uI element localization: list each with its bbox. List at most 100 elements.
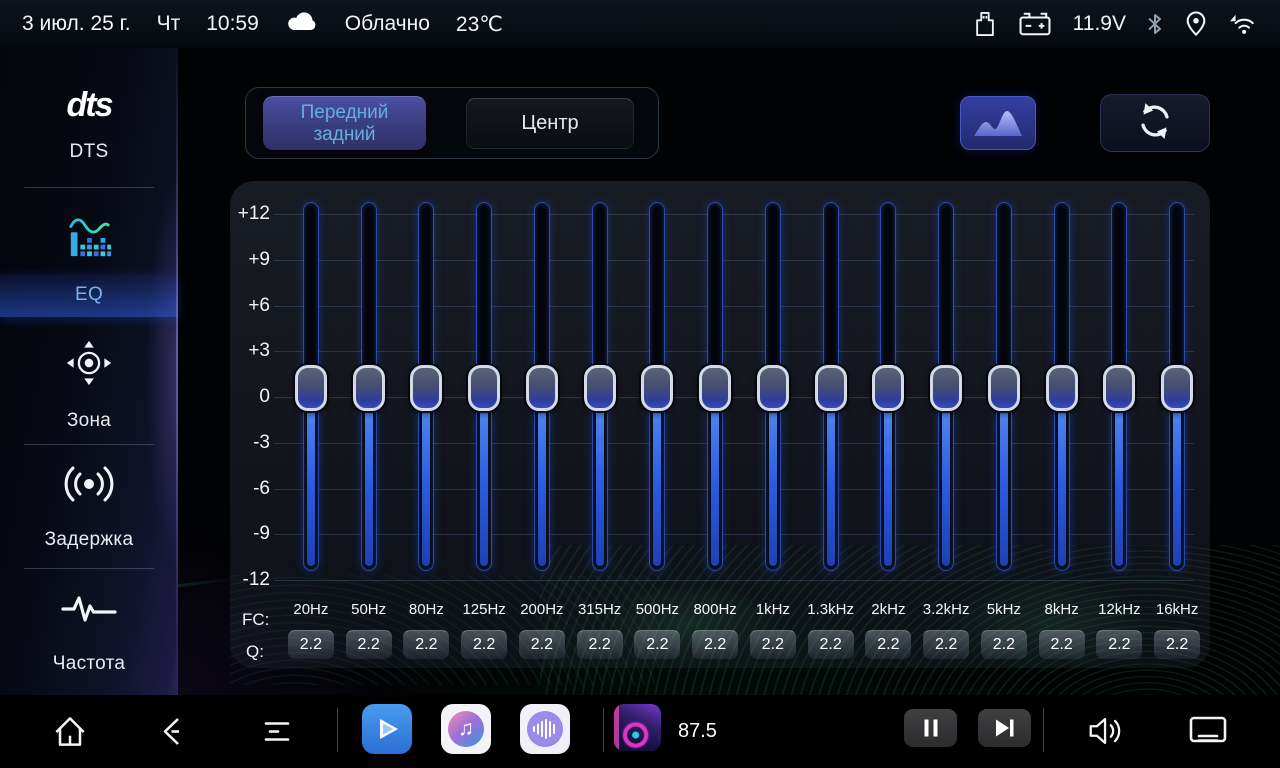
eq-scale-label: -3 — [230, 431, 270, 455]
reset-button[interactable] — [1100, 94, 1210, 152]
eq-slider-track[interactable] — [1170, 203, 1184, 570]
eq-band: 2kHz 2.2 — [860, 181, 918, 668]
eq-scale-label: -6 — [230, 477, 270, 501]
reset-icon — [1133, 99, 1177, 148]
eq-slider-thumb[interactable] — [410, 365, 442, 411]
eq-band: 50Hz 2.2 — [340, 181, 398, 668]
radio-app-button[interactable] — [614, 704, 661, 751]
eq-band-q-button[interactable]: 2.2 — [403, 630, 449, 659]
eq-slider-track[interactable] — [593, 203, 607, 570]
home-button[interactable] — [48, 705, 92, 757]
eq-slider-thumb[interactable] — [815, 365, 847, 411]
eq-band-q-button[interactable]: 2.2 — [981, 630, 1027, 659]
eq-slider-thumb[interactable] — [295, 365, 327, 411]
eq-band: 125Hz 2.2 — [455, 181, 513, 668]
status-left: 3 июл. 25 г. Чт 10:59 Облачно 23℃ — [22, 9, 503, 39]
sidebar-item-delay[interactable]: Задержка — [0, 463, 178, 551]
sidebar-item-zone[interactable]: Зона — [0, 338, 178, 432]
eq-band-frequency: 125Hz — [455, 601, 513, 618]
play-app-button[interactable] — [362, 704, 412, 754]
eq-slider-thumb[interactable] — [641, 365, 673, 411]
eq-band-q-button[interactable]: 2.2 — [692, 630, 738, 659]
voice-app-button[interactable] — [520, 704, 570, 754]
fc-label: FC: — [242, 610, 269, 630]
eq-slider-track[interactable] — [419, 203, 433, 570]
sidebar-divider — [24, 444, 154, 445]
eq-slider-track[interactable] — [304, 203, 318, 570]
eq-band: 80Hz 2.2 — [398, 181, 456, 668]
eq-slider-track[interactable] — [477, 203, 491, 570]
eq-bands: 20Hz 2.2 50Hz 2.2 80Hz 2.2 125Hz 2.2 200… — [282, 181, 1206, 668]
eq-slider-track[interactable] — [824, 203, 838, 570]
eq-slider-thumb[interactable] — [526, 365, 558, 411]
eq-slider-fill — [538, 385, 546, 566]
eq-band-q-button[interactable]: 2.2 — [865, 630, 911, 659]
eq-slider-track[interactable] — [708, 203, 722, 570]
eq-slider-thumb[interactable] — [468, 365, 500, 411]
eq-slider-fill — [365, 385, 373, 566]
sidebar-divider — [24, 187, 154, 188]
eq-slider-fill — [596, 385, 604, 566]
eq-band-q-button[interactable]: 2.2 — [1154, 630, 1200, 659]
eq-slider-track[interactable] — [939, 203, 953, 570]
volume-button[interactable] — [1083, 707, 1129, 755]
eq-band-q-button[interactable]: 2.2 — [923, 630, 969, 659]
sidebar-item-eq[interactable]: EQ — [0, 214, 178, 317]
eq-band-q-button[interactable]: 2.2 — [750, 630, 796, 659]
eq-slider-thumb[interactable] — [584, 365, 616, 411]
music-app-button[interactable]: ♫ — [441, 704, 491, 754]
bottom-bar-divider — [337, 708, 338, 752]
eq-slider-track[interactable] — [362, 203, 376, 570]
eq-slider-thumb[interactable] — [353, 365, 385, 411]
eq-band-q-button[interactable]: 2.2 — [461, 630, 507, 659]
tab-label: Передний задний — [275, 102, 415, 146]
sidebar-item-label: DTS — [70, 141, 109, 163]
eq-slider-track[interactable] — [535, 203, 549, 570]
eq-band-q-button[interactable]: 2.2 — [634, 630, 680, 659]
eq-scale-label: +3 — [230, 339, 270, 363]
play-app-icon — [374, 716, 400, 742]
eq-slider-thumb[interactable] — [872, 365, 904, 411]
eq-slider-thumb[interactable] — [757, 365, 789, 411]
bottom-bar-divider — [1043, 708, 1044, 752]
eq-slider-thumb[interactable] — [1103, 365, 1135, 411]
eq-slider-thumb[interactable] — [1161, 365, 1193, 411]
eq-slider-track[interactable] — [1055, 203, 1069, 570]
display-button[interactable] — [1184, 707, 1232, 755]
eq-band-q-button[interactable]: 2.2 — [346, 630, 392, 659]
pause-button[interactable] — [904, 709, 957, 747]
eq-band-frequency: 2kHz — [860, 601, 918, 618]
eq-slider-track[interactable] — [766, 203, 780, 570]
curve-view-button[interactable] — [960, 96, 1036, 150]
tab-front-rear[interactable]: Передний задний — [263, 96, 426, 150]
eq-scale-label: -12 — [230, 568, 270, 592]
eq-slider-thumb[interactable] — [699, 365, 731, 411]
eq-slider-track[interactable] — [881, 203, 895, 570]
back-button[interactable] — [150, 705, 194, 757]
sidebar-item-dts[interactable]: dts DTS — [0, 86, 178, 163]
next-track-button[interactable] — [978, 709, 1031, 747]
eq-scale-label: +6 — [230, 294, 270, 318]
eq-slider-thumb[interactable] — [1046, 365, 1078, 411]
eq-band-q-button[interactable]: 2.2 — [519, 630, 565, 659]
tab-center[interactable]: Центр — [466, 98, 634, 149]
radio-frequency: 87.5 — [678, 695, 717, 768]
eq-band-q-button[interactable]: 2.2 — [808, 630, 854, 659]
voice-app-icon — [527, 711, 563, 747]
eq-slider-track[interactable] — [650, 203, 664, 570]
eq-band-q-button[interactable]: 2.2 — [1096, 630, 1142, 659]
status-weather: Облачно — [345, 12, 430, 36]
eq-band: 5kHz 2.2 — [975, 181, 1033, 668]
eq-band-q-button[interactable]: 2.2 — [577, 630, 623, 659]
menu-button[interactable] — [255, 705, 299, 757]
eq-slider-track[interactable] — [1112, 203, 1126, 570]
eq-slider-track[interactable] — [997, 203, 1011, 570]
eq-band-q-button[interactable]: 2.2 — [1039, 630, 1085, 659]
eq-band-frequency: 12kHz — [1091, 601, 1149, 618]
eq-slider-thumb[interactable] — [930, 365, 962, 411]
eq-band-q-button[interactable]: 2.2 — [288, 630, 334, 659]
status-date: 3 июл. 25 г. — [22, 12, 131, 36]
eq-slider-thumb[interactable] — [988, 365, 1020, 411]
sidebar-item-frequency[interactable]: Частота — [0, 592, 178, 675]
eq-slider-fill — [769, 385, 777, 566]
